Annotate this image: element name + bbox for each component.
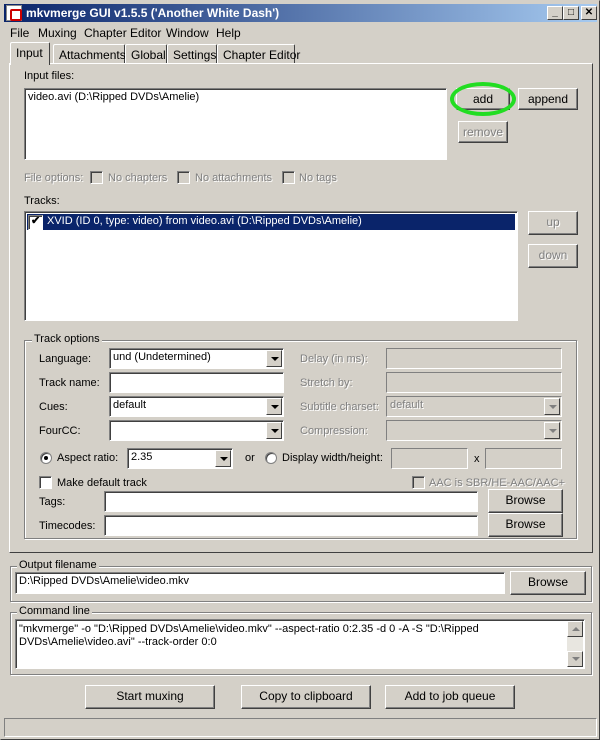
chevron-down-icon[interactable] [544, 422, 560, 439]
display-height-input[interactable] [485, 448, 562, 469]
timecodes-label: Timecodes: [39, 520, 96, 532]
tags-browse-button[interactable]: Browse [488, 489, 563, 513]
aac-checkbox[interactable] [412, 476, 425, 489]
timecodes-input[interactable] [104, 515, 478, 536]
maximize-button[interactable]: □ [563, 6, 579, 20]
up-button[interactable]: up [528, 211, 578, 235]
timecodes-browse-button[interactable]: Browse [488, 513, 563, 537]
compression-label: Compression: [300, 425, 368, 437]
scroll-down-icon[interactable] [567, 651, 583, 667]
start-muxing-button[interactable]: Start muxing [85, 685, 215, 709]
remove-button[interactable]: remove [458, 121, 508, 143]
append-button[interactable]: append [518, 88, 578, 110]
app-icon [6, 5, 22, 21]
cues-label: Cues: [39, 401, 68, 413]
no-chapters-label: No chapters [108, 172, 168, 184]
tags-input[interactable] [104, 491, 478, 512]
no-chapters-checkbox[interactable] [90, 171, 103, 184]
output-filename-value: D:\Ripped DVDs\Amelie\video.mkv [19, 575, 189, 587]
command-scrollbar[interactable] [567, 621, 583, 667]
menu-bar: File Muxing Chapter Editor Window Help [4, 24, 597, 42]
input-files-list[interactable]: video.avi (D:\Ripped DVDs\Amelie) [24, 88, 447, 160]
stretch-label: Stretch by: [300, 377, 353, 389]
chevron-down-icon[interactable] [266, 398, 282, 415]
tracks-list[interactable]: ✔ XVID (ID 0, type: video) from video.av… [24, 211, 518, 321]
menu-file[interactable]: File [10, 26, 29, 40]
track-row-selected[interactable]: ✔ XVID (ID 0, type: video) from video.av… [27, 214, 515, 230]
command-line-value: "mkvmerge" -o "D:\Ripped DVDs\Amelie\vid… [19, 623, 479, 648]
subtitle-charset-value: default [390, 399, 424, 411]
input-file-item[interactable]: video.avi (D:\Ripped DVDs\Amelie) [28, 91, 199, 103]
output-browse-button[interactable]: Browse [510, 571, 586, 595]
make-default-label: Make default track [57, 477, 147, 489]
status-bar [4, 718, 597, 737]
output-filename-input[interactable]: D:\Ripped DVDs\Amelie\video.mkv [15, 572, 505, 594]
menu-muxing[interactable]: Muxing [38, 26, 77, 40]
delay-input[interactable] [386, 348, 562, 369]
language-select[interactable]: und (Undetermined) [109, 348, 284, 369]
subtitle-charset-label: Subtitle charset: [300, 401, 379, 413]
chevron-down-icon[interactable] [544, 398, 560, 415]
display-wh-label: Display width/height: [282, 452, 383, 464]
no-tags-checkbox[interactable] [282, 171, 295, 184]
language-value: und (Undetermined) [113, 351, 211, 363]
chevron-down-icon[interactable] [215, 450, 231, 467]
track-item-label: XVID (ID 0, type: video) from video.avi … [47, 215, 362, 227]
main-window: mkvmerge GUI v1.5.5 ('Another White Dash… [0, 0, 600, 740]
tags-label: Tags: [39, 496, 66, 508]
chevron-down-icon[interactable] [266, 422, 282, 439]
no-tags-label: No tags [299, 172, 337, 184]
cues-value: default [113, 399, 147, 411]
no-attachments-label: No attachments [195, 172, 273, 184]
output-title: Output filename [17, 559, 99, 571]
input-files-label: Input files: [24, 70, 75, 82]
tab-settings[interactable]: Settings [167, 44, 217, 65]
scroll-up-icon[interactable] [567, 621, 583, 637]
add-to-job-queue-button[interactable]: Add to job queue [385, 685, 515, 709]
tab-input[interactable]: Input [10, 42, 50, 65]
stretch-input[interactable] [386, 372, 562, 393]
fourcc-select[interactable] [109, 420, 284, 441]
copy-to-clipboard-button[interactable]: Copy to clipboard [241, 685, 371, 709]
menu-help[interactable]: Help [216, 26, 241, 40]
tab-attachments[interactable]: Attachments [53, 44, 126, 65]
window-title: mkvmerge GUI v1.5.5 ('Another White Dash… [26, 6, 280, 20]
title-bar[interactable]: mkvmerge GUI v1.5.5 ('Another White Dash… [4, 4, 597, 22]
cues-select[interactable]: default [109, 396, 284, 417]
aspect-ratio-radio[interactable] [40, 452, 52, 464]
menu-window[interactable]: Window [166, 26, 209, 40]
menu-chapter-editor[interactable]: Chapter Editor [84, 26, 161, 40]
aspect-ratio-select[interactable]: 2.35 [127, 448, 233, 469]
track-options-title: Track options [32, 333, 102, 345]
track-checkbox[interactable]: ✔ [28, 215, 43, 230]
aspect-ratio-value: 2.35 [131, 451, 153, 463]
tab-chapter-editor[interactable]: Chapter Editor [217, 44, 300, 65]
file-options-label: File options: [24, 172, 84, 184]
or-label: or [245, 452, 255, 464]
compression-select[interactable] [386, 420, 562, 441]
down-button[interactable]: down [528, 244, 578, 268]
fourcc-label: FourCC: [39, 425, 81, 437]
tab-global[interactable]: Global [125, 44, 167, 65]
subtitle-charset-select[interactable]: default [386, 396, 562, 417]
tracks-label: Tracks: [24, 195, 60, 207]
display-width-input[interactable] [391, 448, 468, 469]
aspect-ratio-label: Aspect ratio: [57, 452, 119, 464]
chevron-down-icon[interactable] [266, 350, 282, 367]
delay-label: Delay (in ms): [300, 353, 368, 365]
x-label: x [474, 453, 480, 465]
display-wh-radio[interactable] [265, 452, 277, 464]
minimize-button[interactable]: _ [547, 6, 563, 20]
command-line-title: Command line [17, 605, 92, 617]
make-default-checkbox[interactable] [39, 476, 52, 489]
track-name-input[interactable] [109, 372, 284, 393]
language-label: Language: [39, 353, 91, 365]
close-button[interactable]: ✕ [581, 6, 597, 20]
track-name-label: Track name: [39, 377, 100, 389]
no-attachments-checkbox[interactable] [177, 171, 190, 184]
aac-label: AAC is SBR/HE-AAC/AAC+ [429, 477, 566, 489]
command-line-text[interactable]: "mkvmerge" -o "D:\Ripped DVDs\Amelie\vid… [15, 619, 585, 669]
add-button[interactable]: add [456, 88, 510, 110]
